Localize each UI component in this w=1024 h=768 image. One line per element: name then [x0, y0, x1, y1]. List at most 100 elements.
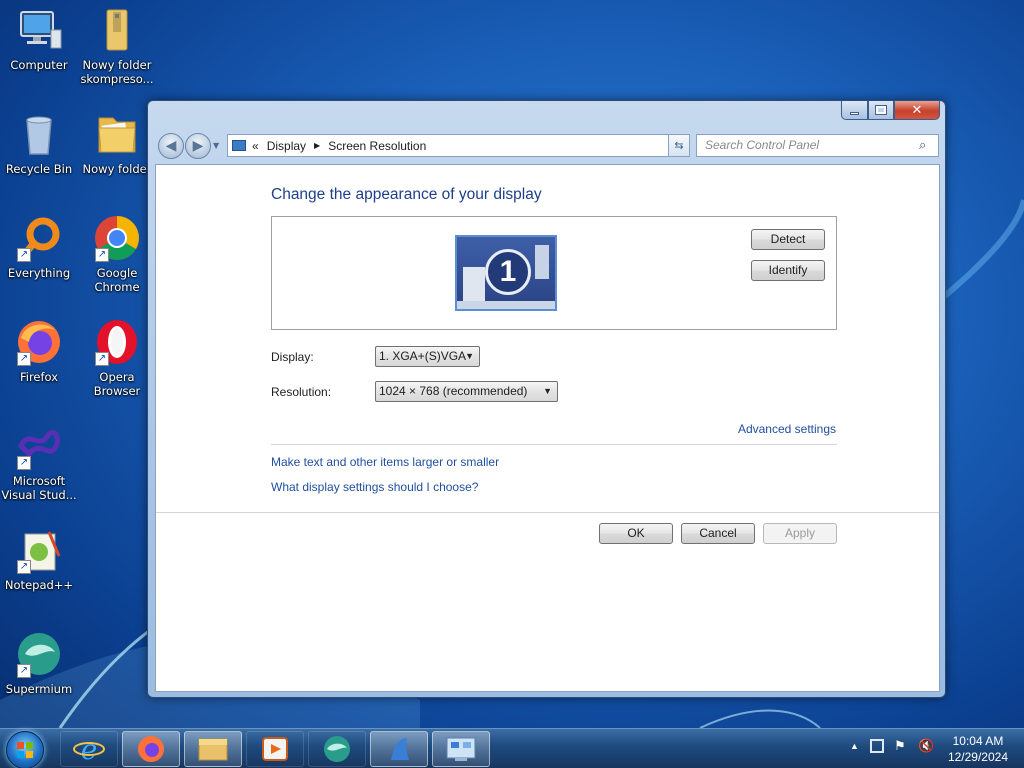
desktop-icon-nowy-folder[interactable]: Nowy folder	[79, 110, 155, 176]
desktop-icon-label: Microsoft	[12, 474, 66, 488]
supermium-icon	[324, 736, 350, 762]
taskbar-app[interactable]	[370, 731, 428, 767]
desktop-icon-opera[interactable]: ↗ Opera Browser	[79, 318, 155, 398]
resolution-select[interactable]: 1024 × 768 (recommended) ▼	[375, 381, 558, 402]
address-bar[interactable]: « Display ▶ Screen Resolution ▼	[227, 134, 689, 157]
forward-arrow-icon: ▶	[192, 138, 204, 154]
file-explorer-icon	[198, 738, 228, 761]
supermium-icon: ↗	[15, 630, 63, 678]
desktop-icon-label: Computer	[10, 58, 68, 72]
detect-button[interactable]: Detect	[751, 229, 825, 250]
ok-button[interactable]: OK	[599, 523, 673, 544]
taskbar-file-explorer[interactable]	[184, 731, 242, 767]
refresh-icon: ⇆	[674, 139, 684, 152]
search-input[interactable]: Search Control Panel	[696, 134, 939, 157]
taskbar-internet-explorer[interactable]: e	[60, 731, 118, 767]
control-panel-icon	[446, 737, 476, 761]
desktop-icon-firefox[interactable]: ↗ Firefox	[1, 318, 77, 384]
display-select[interactable]: 1. XGA+(S)VGA ▼	[375, 346, 480, 367]
chevron-down-icon: ▼	[543, 386, 552, 396]
forward-button[interactable]: ▶	[185, 133, 211, 159]
caption-buttons: ✕	[841, 101, 940, 120]
desktop-icon-everything[interactable]: ↗ Everything	[1, 214, 77, 280]
folder-icon	[93, 6, 141, 54]
shortcut-arrow-icon: ↗	[95, 352, 109, 366]
monitor-screen-taskbar	[457, 301, 555, 309]
breadcrumb-separator-icon: ▶	[314, 141, 321, 150]
windows-logo-icon	[17, 742, 33, 758]
advanced-settings-link[interactable]: Advanced settings	[738, 422, 836, 436]
volume-muted-icon[interactable]: 🔇	[918, 738, 934, 754]
display-help-link[interactable]: What display settings should I choose?	[271, 480, 478, 494]
minimize-button[interactable]	[841, 101, 868, 120]
display-label: Display:	[271, 350, 314, 364]
desktop-icon-nowy-folder-skompresowany[interactable]: Nowy folder skompreso...	[79, 6, 155, 86]
close-button[interactable]: ✕	[894, 101, 940, 120]
close-icon: ✕	[911, 102, 923, 118]
control-panel-icon	[232, 140, 246, 151]
minimize-icon	[850, 111, 859, 115]
desktop-icon-label: Firefox	[19, 370, 59, 384]
desktop-icon-label-2: skompreso...	[80, 72, 154, 86]
network-icon[interactable]	[870, 739, 884, 753]
desktop-icon-recycle-bin[interactable]: Recycle Bin	[1, 110, 77, 176]
breadcrumb-display[interactable]: Display	[267, 139, 306, 153]
internet-explorer-icon: e	[73, 733, 105, 766]
desktop-icon-supermium[interactable]: ↗ Supermium	[1, 630, 77, 696]
footer-divider	[156, 512, 939, 513]
back-arrow-icon: ◀	[165, 138, 177, 154]
back-button[interactable]: ◀	[158, 133, 184, 159]
desktop-icon-computer[interactable]: Computer	[1, 6, 77, 72]
resolution-label: Resolution:	[271, 385, 332, 399]
breadcrumb-prefix[interactable]: «	[252, 139, 259, 153]
desktop-icon-label: Nowy folder	[82, 58, 152, 72]
page-title: Change the appearance of your display	[271, 186, 542, 203]
shortcut-arrow-icon: ↗	[17, 248, 31, 262]
clock-date: 12/29/2024	[947, 750, 1008, 764]
shortcut-arrow-icon: ↗	[17, 560, 31, 574]
refresh-button[interactable]: ⇆	[668, 134, 690, 157]
folder-icon	[93, 110, 141, 158]
maximize-icon	[875, 105, 887, 115]
show-hidden-icons-icon[interactable]: ▲	[850, 741, 859, 751]
computer-icon	[15, 6, 63, 54]
system-tray: ▲ ⚑ 🔇 10:04 AM 12/29/2024	[834, 729, 1024, 768]
action-center-flag-icon[interactable]: ⚑	[894, 738, 906, 754]
start-button[interactable]	[6, 731, 44, 768]
shortcut-arrow-icon: ↗	[17, 664, 31, 678]
monitor-1-thumbnail[interactable]: 1	[455, 235, 557, 311]
media-player-icon	[262, 737, 288, 761]
desktop-icon-label: Recycle Bin	[5, 162, 73, 176]
taskbar-media-player[interactable]	[246, 731, 304, 767]
resolution-select-value: 1024 × 768 (recommended)	[379, 384, 528, 398]
identify-button[interactable]: Identify	[751, 260, 825, 281]
desktop-icon-google-chrome[interactable]: ↗ Google Chrome	[79, 214, 155, 294]
monitor-screen-panel-icon	[535, 245, 549, 279]
content-pane: Change the appearance of your display 1 …	[155, 164, 940, 692]
maximize-button[interactable]	[868, 101, 894, 120]
opera-icon: ↗	[93, 318, 141, 366]
apply-button[interactable]: Apply	[763, 523, 837, 544]
shortcut-arrow-icon: ↗	[17, 456, 31, 470]
clock[interactable]: 10:04 AM 12/29/2024	[948, 733, 1008, 765]
everything-icon: ↗	[15, 214, 63, 262]
taskbar-control-panel[interactable]	[432, 731, 490, 767]
desktop-icon-visual-studio[interactable]: ↗ Microsoft Visual Stud...	[1, 422, 77, 502]
text-size-link[interactable]: Make text and other items larger or smal…	[271, 455, 499, 469]
app-icon	[391, 738, 409, 760]
taskbar-firefox[interactable]	[122, 731, 180, 767]
desktop-icon-label: Everything	[7, 266, 71, 280]
taskbar-supermium[interactable]	[308, 731, 366, 767]
display-select-value: 1. XGA+(S)VGA	[379, 349, 467, 363]
cancel-button[interactable]: Cancel	[681, 523, 755, 544]
recent-pages-dropdown-icon[interactable]: ▼	[213, 141, 219, 150]
chrome-icon: ↗	[93, 214, 141, 262]
desktop-icon-label-2: Visual Stud...	[1, 488, 77, 502]
desktop-icon-label-2: Chrome	[94, 280, 140, 294]
taskbar: e ▲ ⚑ 🔇 10:04 AM 12/29/2024	[0, 728, 1024, 768]
breadcrumb-screen-resolution[interactable]: Screen Resolution	[328, 139, 426, 153]
visual-studio-icon: ↗	[15, 422, 63, 470]
firefox-icon: ↗	[15, 318, 63, 366]
desktop-icon-notepad-plus-plus[interactable]: ↗ Notepad++	[1, 526, 77, 592]
desktop-icon-label: Notepad++	[4, 578, 74, 592]
